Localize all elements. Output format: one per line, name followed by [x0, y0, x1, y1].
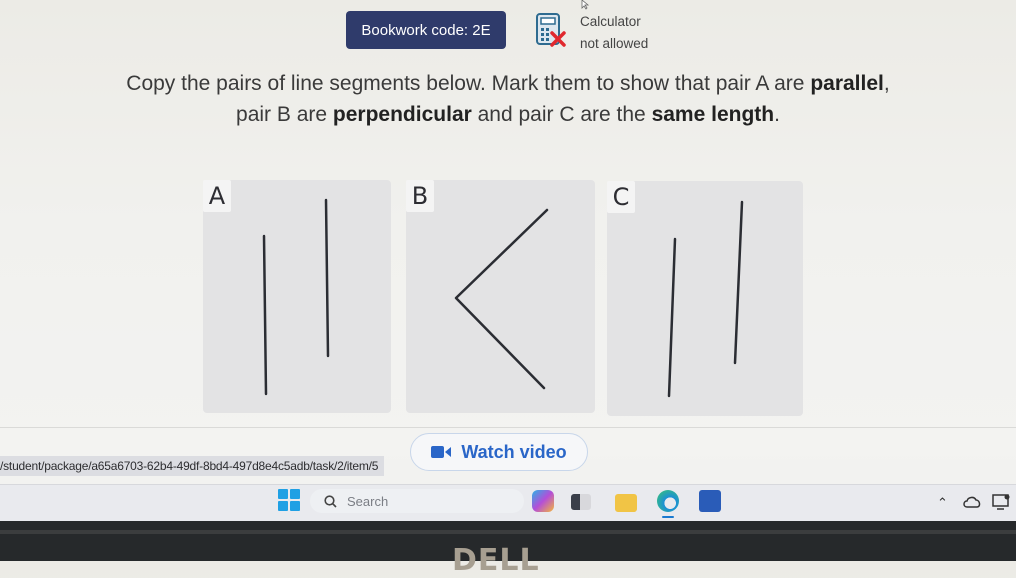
bookwork-code-text: Bookwork code: 2E [361, 21, 491, 39]
question-text-part: pair B are [236, 103, 333, 126]
taskbar-search[interactable]: Search [310, 489, 524, 513]
search-placeholder: Search [347, 493, 389, 509]
mouse-cursor-icon [581, 0, 590, 10]
question-line-1: Copy the pairs of line segments below. M… [0, 68, 1016, 99]
question-text-part: and pair C are the [471, 103, 652, 126]
pair-a-diagram [262, 198, 330, 396]
task-view-icon[interactable] [571, 494, 591, 510]
windows-start-icon[interactable] [278, 489, 300, 511]
divider [0, 427, 1016, 428]
keyword-parallel: parallel [810, 72, 884, 95]
pair-b-diagram [454, 208, 549, 390]
copilot-icon[interactable] [532, 490, 554, 512]
question-line-2: pair B are perpendicular and pair C are … [0, 99, 1016, 130]
edge-icon[interactable] [657, 490, 679, 512]
segments-b [454, 208, 549, 390]
segment-c1 [667, 237, 677, 398]
question-text-part: . [774, 103, 780, 126]
video-camera-icon [431, 446, 452, 458]
segment-a1 [262, 234, 268, 396]
segment-a2 [324, 198, 330, 358]
keyword-same-length: same length [651, 103, 775, 126]
calculator-not-allowed-icon [536, 13, 566, 47]
display-icon[interactable] [992, 494, 1010, 510]
panel-a-label: A [203, 180, 231, 212]
question-text-part: Copy the pairs of line segments below. M… [126, 72, 811, 95]
question-text-part: , [883, 72, 890, 95]
pair-c-diagram [667, 200, 744, 398]
bookwork-code-badge: Bookwork code: 2E [346, 11, 506, 49]
chevron-up-icon[interactable]: ⌃ [937, 495, 948, 511]
watch-video-label: Watch video [461, 441, 567, 462]
store-icon[interactable] [699, 490, 721, 512]
onedrive-icon[interactable] [963, 496, 981, 508]
file-explorer-icon[interactable] [615, 494, 637, 512]
panel-b: B [406, 180, 595, 413]
panel-c-label: C [607, 181, 635, 213]
panel-c: C [607, 181, 803, 416]
keyword-perpendicular: perpendicular [332, 103, 472, 126]
segment-c2 [733, 200, 744, 365]
search-icon [324, 494, 337, 508]
status-bar-url: /student/package/a65a6703-62b4-49df-8bd4… [0, 456, 385, 476]
calculator-not-allowed-label: not allowed [580, 36, 649, 51]
watch-video-button[interactable]: Watch video [410, 433, 588, 471]
panel-b-label: B [406, 180, 434, 212]
edge-active-indicator [662, 516, 674, 518]
calculator-status: Calculator not allowed [580, 11, 648, 55]
bezel-edge [0, 530, 1016, 534]
question-text: Copy the pairs of line segments below. M… [0, 68, 1016, 130]
panel-a: A [203, 180, 391, 413]
calculator-label: Calculator [580, 14, 641, 29]
